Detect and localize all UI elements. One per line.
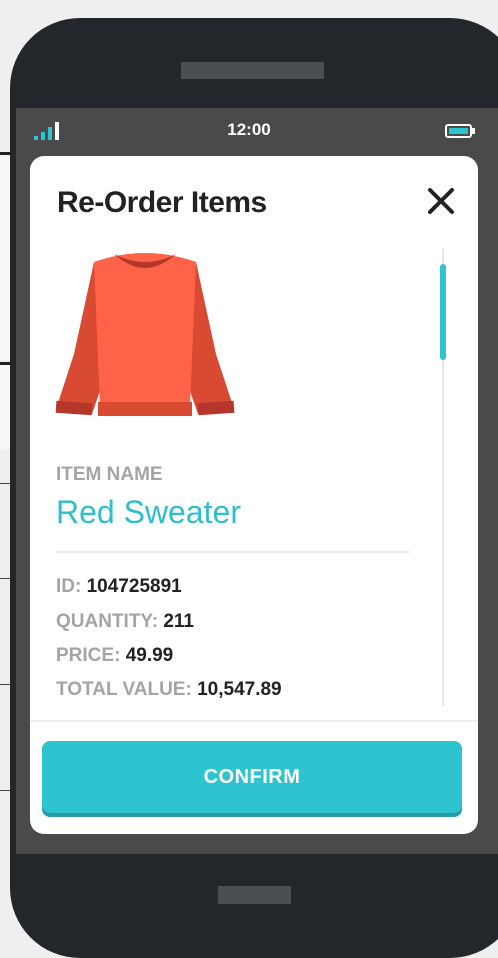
detail-value: 10,547.89 <box>197 679 282 700</box>
scrollbar-thumb[interactable] <box>440 264 446 360</box>
detail-price: PRICE: 49.99 <box>56 645 173 667</box>
close-icon[interactable] <box>426 186 456 216</box>
sweater-image <box>55 253 235 416</box>
detail-label: TOTAL VALUE: <box>56 679 192 700</box>
detail-label: PRICE: <box>56 645 121 666</box>
phone-speaker <box>181 62 324 79</box>
detail-value: 49.99 <box>125 645 174 666</box>
battery-icon <box>445 124 475 138</box>
divider <box>56 551 410 553</box>
confirm-button[interactable]: CONFIRM <box>42 741 462 813</box>
item-name: Red Sweater <box>56 494 241 530</box>
item-name-label: ITEM NAME <box>56 464 163 485</box>
detail-value: 211 <box>163 611 194 632</box>
detail-quantity: QUANTITY: 211 <box>56 611 194 633</box>
footer-divider <box>30 720 478 722</box>
detail-label: ID: <box>56 576 82 597</box>
detail-id: ID: 104725891 <box>56 576 182 598</box>
detail-label: QUANTITY: <box>56 611 159 632</box>
detail-total-value: TOTAL VALUE: 10,547.89 <box>56 679 282 701</box>
modal-title: Re-Order Items <box>57 186 267 219</box>
reorder-modal: Re-Order Items ITEM NAME Red Sweater ID:… <box>30 156 478 834</box>
status-time: 12:00 <box>227 120 271 139</box>
phone-home-button[interactable] <box>218 886 291 904</box>
detail-value: 104725891 <box>86 576 182 597</box>
